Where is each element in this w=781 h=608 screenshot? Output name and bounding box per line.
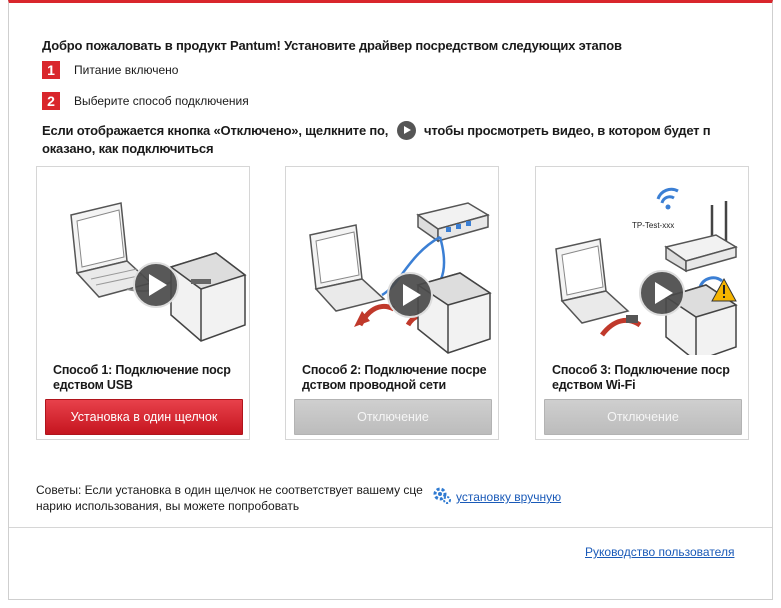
method-card-usb: Способ 1: Подключение поср едством USB У… <box>36 166 250 440</box>
method-card-wired: Способ 2: Подключение посре дством прово… <box>285 166 499 440</box>
step-number-badge: 1 <box>42 61 60 79</box>
step-2: 2 Выберите способ подключения <box>42 92 249 110</box>
step-1: 1 Питание включено <box>42 61 178 79</box>
play-icon <box>396 121 416 140</box>
one-click-install-button[interactable]: Установка в один щелчок <box>45 399 243 435</box>
step-number-badge: 2 <box>42 92 60 110</box>
method-caption: Способ 1: Подключение поср едством USB <box>53 363 231 392</box>
video-hint-text: Если отображается кнопка «Отключено», ще… <box>42 122 389 138</box>
video-hint: Если отображается кнопка «Отключено», ще… <box>42 121 742 157</box>
disabled-button[interactable]: Отключение <box>294 399 492 435</box>
step-label: Питание включено <box>74 63 179 77</box>
step-label: Выберите способ подключения <box>74 94 249 108</box>
method-card-wifi: TP-Test-xxx Способ 3: Подключение поср е… <box>535 166 749 440</box>
usb-illustration <box>70 202 247 342</box>
wired-network-illustration <box>309 202 492 354</box>
tips-text: Советы: Если установка в один щелчок не … <box>36 483 423 513</box>
page-title: Добро пожаловать в продукт Pantum! Устан… <box>42 38 622 53</box>
method-caption: Способ 3: Подключение поср едством Wi-Fi <box>552 363 730 392</box>
wifi-illustration: TP-Test-xxx <box>555 187 738 355</box>
method-caption: Способ 2: Подключение посре дством прово… <box>302 363 487 392</box>
gear-icon <box>433 487 451 504</box>
router-ssid-label: TP-Test-xxx <box>632 221 674 230</box>
manual-install-link[interactable]: установку вручную <box>456 490 561 504</box>
user-guide-link[interactable]: Руководство пользователя <box>585 545 734 559</box>
divider <box>9 527 772 528</box>
disabled-button[interactable]: Отключение <box>544 399 742 435</box>
